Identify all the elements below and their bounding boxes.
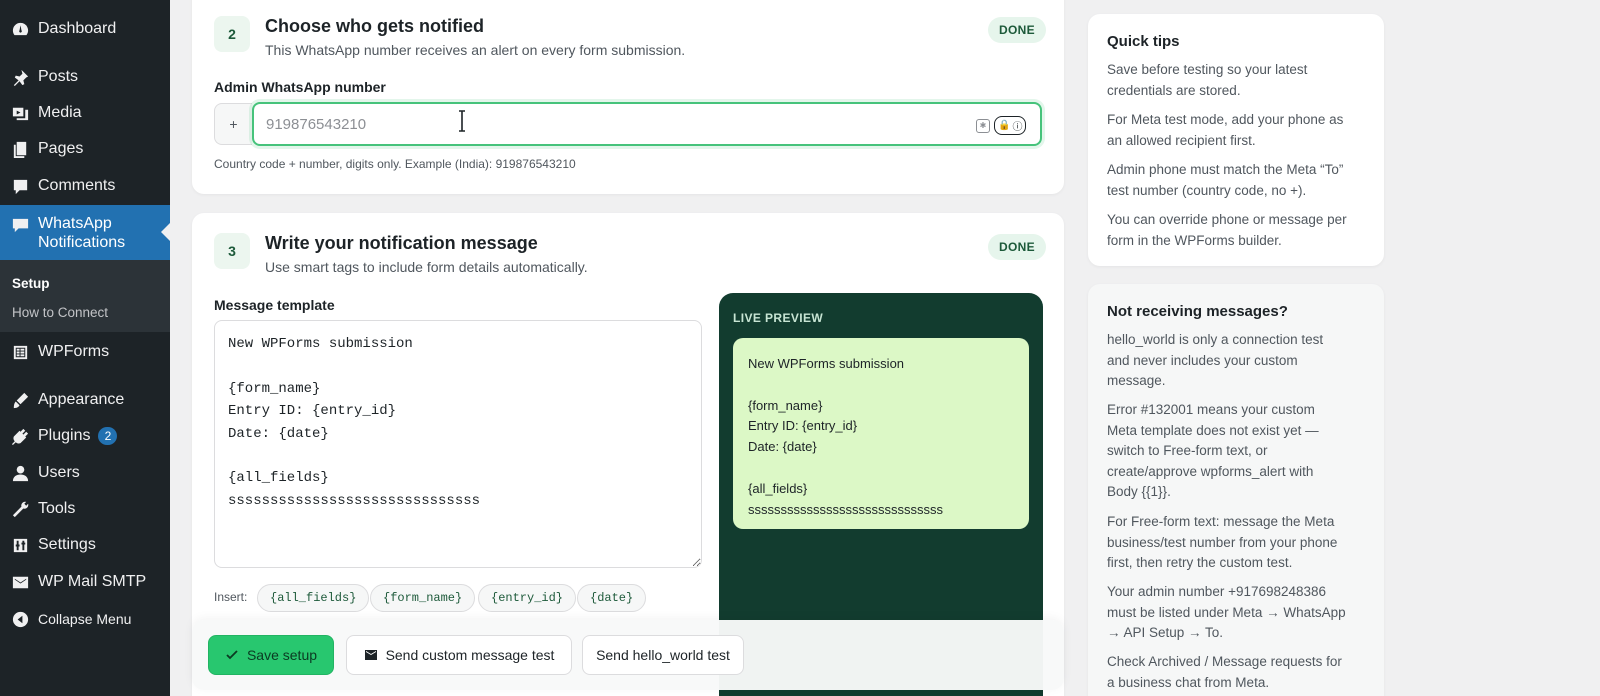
quick-tips-card: Quick tips Save before testing so your l…: [1088, 14, 1384, 266]
troubleshoot-item: Check Archived / Message requests for a …: [1107, 654, 1342, 690]
collapse-icon: [10, 609, 30, 629]
step-3-title: Write your notification message: [265, 233, 538, 253]
lock-icon: 🔒: [998, 120, 1011, 131]
wpforms-icon: [10, 342, 30, 362]
sidebar-collapse-menu[interactable]: Collapse Menu: [0, 608, 170, 630]
step-2-status-badge: DONE: [988, 17, 1046, 43]
sidebar-item-media[interactable]: Media: [0, 102, 170, 124]
whatsapp-icon: [10, 215, 30, 235]
step-3-number: 3: [214, 233, 250, 269]
tip-item: Save before testing so your latest crede…: [1107, 62, 1308, 98]
step-3-subtitle: Use smart tags to include form details a…: [265, 259, 588, 275]
tip-item: Admin phone must match the Meta “To” tes…: [1107, 162, 1344, 198]
plugins-update-badge: 2: [98, 427, 118, 445]
send-custom-test-button[interactable]: Send custom message test: [346, 635, 572, 675]
sidebar-item-whatsapp-notifications[interactable]: WhatsApp Notifications: [0, 205, 170, 260]
troubleshoot-item: For Free-form text: message the Meta bus…: [1107, 514, 1338, 570]
appearance-icon: [10, 390, 30, 410]
step-3-status-badge: DONE: [988, 234, 1046, 260]
settings-icon: [10, 535, 30, 555]
plugins-icon: [10, 426, 30, 446]
admin-whatsapp-label: Admin WhatsApp number: [214, 79, 386, 95]
insert-tag-all-fields[interactable]: {all_fields}: [257, 584, 370, 612]
info-icon: ⓘ: [1012, 122, 1023, 133]
admin-sidebar: Dashboard Posts Media Pages Comments Wha…: [0, 0, 170, 696]
password-manager-icons[interactable]: ✱ 🔒 ⓘ: [976, 116, 1027, 135]
sidebar-item-plugins[interactable]: Plugins 2: [0, 425, 170, 447]
pages-icon: [10, 139, 30, 159]
autofill-icon[interactable]: ✱: [976, 118, 990, 133]
submenu-item-setup[interactable]: Setup: [12, 276, 50, 291]
comments-icon: [10, 176, 30, 196]
tip-item: You can override phone or message per fo…: [1107, 212, 1347, 248]
mail-icon: [10, 572, 30, 592]
insert-label: Insert:: [214, 590, 248, 604]
troubleshoot-item: hello_world is only a connection test an…: [1107, 332, 1324, 388]
sidebar-item-settings[interactable]: Settings: [0, 534, 170, 556]
password-manager-icon[interactable]: 🔒 ⓘ: [994, 116, 1027, 135]
send-hello-world-button[interactable]: Send hello_world test: [582, 635, 744, 675]
admin-whatsapp-input[interactable]: [252, 102, 1042, 146]
step-2-subtitle: This WhatsApp number receives an alert o…: [265, 42, 686, 58]
media-icon: [10, 103, 30, 123]
tip-item: For Meta test mode, add your phone as an…: [1107, 112, 1344, 148]
sidebar-item-dashboard[interactable]: Dashboard: [0, 18, 170, 40]
sidebar-item-pages[interactable]: Pages: [0, 138, 170, 160]
pin-icon: [10, 67, 30, 87]
message-template-textarea[interactable]: New WPForms submission {form_name} Entry…: [214, 320, 702, 568]
troubleshoot-item: Error #132001 means your custom Meta tem…: [1107, 402, 1319, 499]
check-icon: [226, 650, 238, 660]
message-template-label: Message template: [214, 297, 335, 313]
sidebar-item-tools[interactable]: Tools: [0, 498, 170, 520]
sidebar-item-appearance[interactable]: Appearance: [0, 389, 170, 411]
whatsapp-submenu: Setup How to Connect: [0, 260, 170, 332]
troubleshoot-item: Your admin number +917698248386 must be …: [1107, 584, 1346, 640]
insert-tag-entry-id[interactable]: {entry_id}: [478, 584, 577, 612]
sidebar-item-wp-mail-smtp[interactable]: WP Mail SMTP: [0, 571, 170, 593]
sidebar-item-wpforms[interactable]: WPForms: [0, 341, 170, 363]
text-cursor-icon: [459, 110, 465, 132]
insert-tag-date[interactable]: {date}: [577, 584, 647, 612]
live-preview-label: LIVE PREVIEW: [733, 311, 824, 325]
step-2-number: 2: [214, 16, 250, 52]
troubleshoot-card: Not receiving messages? hello_world is o…: [1088, 284, 1384, 696]
quick-tips-title: Quick tips: [1107, 33, 1180, 50]
troubleshoot-title: Not receiving messages?: [1107, 303, 1288, 320]
users-icon: [10, 463, 30, 483]
submenu-item-how-to-connect[interactable]: How to Connect: [12, 305, 108, 320]
mail-icon: [364, 650, 377, 660]
step-2-title: Choose who gets notified: [265, 16, 484, 36]
sidebar-item-comments[interactable]: Comments: [0, 175, 170, 197]
dashboard-icon: [10, 19, 30, 39]
sidebar-item-posts[interactable]: Posts: [0, 66, 170, 88]
sidebar-item-users[interactable]: Users: [0, 462, 170, 484]
tools-icon: [10, 499, 30, 519]
sticky-action-bar: Save setup Send custom message test Send…: [192, 620, 1064, 690]
phone-format-hint: Country code + number, digits only. Exam…: [214, 157, 576, 171]
insert-tag-form-name[interactable]: {form_name}: [370, 584, 476, 612]
save-setup-button[interactable]: Save setup: [208, 635, 334, 675]
preview-message-bubble: New WPForms submission {form_name} Entry…: [733, 338, 1029, 529]
country-prefix: +: [214, 103, 252, 145]
